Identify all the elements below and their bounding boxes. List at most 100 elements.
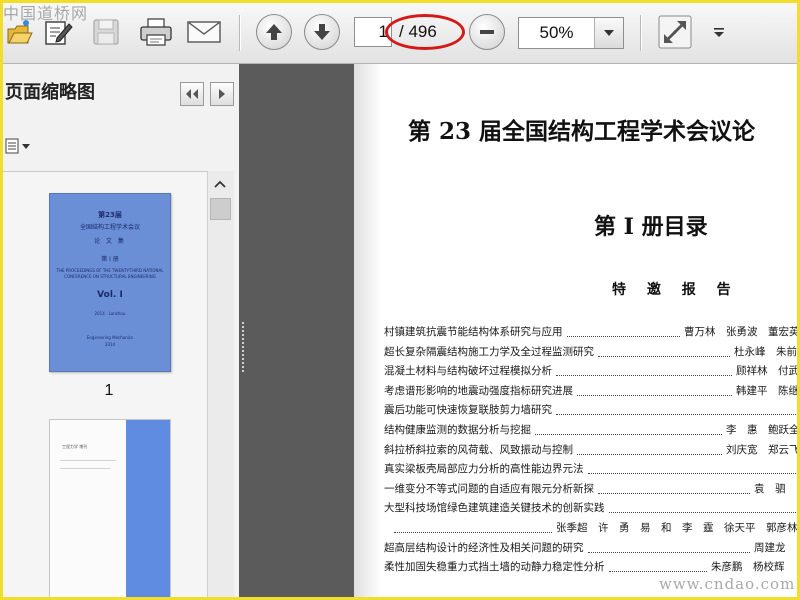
email-button[interactable] bbox=[185, 13, 223, 51]
toc-title: 超长复杂隔震结构施工力学及全过程监测研究 bbox=[384, 345, 594, 358]
thumbnail-panel: 页面缩略图 第23届 全国结构工程学术会议 论 文 集 第 I 册 THE PR… bbox=[3, 64, 240, 597]
toolbar: 中国道桥网 1 / 496 50% bbox=[3, 3, 797, 64]
splitter-grip[interactable] bbox=[242, 322, 244, 372]
toc-row[interactable]: 真实梁板壳局部应力分析的高性能边界元法 bbox=[384, 460, 797, 480]
toc-row[interactable]: 大型科技场馆绿色建筑建造关键技术的创新实践 bbox=[384, 499, 797, 519]
watermark-bottom-right: www.cndao.com bbox=[659, 575, 796, 593]
expand-panel-button[interactable] bbox=[210, 82, 234, 106]
open-button[interactable] bbox=[3, 13, 37, 51]
thumbnail-line bbox=[60, 468, 110, 469]
document-page[interactable]: 第 23 届全国结构工程学术会议论 第 I 册目录 特 邀 报 告 村镇建筑抗震… bbox=[354, 64, 797, 597]
save-button[interactable] bbox=[89, 13, 123, 51]
toc-leader bbox=[567, 336, 680, 337]
toc-authors: 杜永峰 朱前坤 bbox=[734, 345, 797, 358]
email-icon bbox=[187, 21, 221, 43]
thumbnail-options-button[interactable] bbox=[5, 134, 35, 158]
edit-icon bbox=[45, 21, 73, 45]
toolbar-separator bbox=[640, 15, 641, 51]
previous-page-icon bbox=[266, 24, 282, 40]
toc-row[interactable]: 混凝土材料与结构破坏过程模拟分析 顾祥林 付武斌 bbox=[384, 362, 797, 382]
toc-authors: 曹万林 张勇波 董宏英 bbox=[684, 326, 797, 338]
double-chevron-left-icon bbox=[186, 89, 198, 99]
save-icon bbox=[93, 19, 119, 45]
toc-leader bbox=[394, 531, 552, 533]
panel-splitter[interactable] bbox=[239, 64, 354, 597]
toc-leader bbox=[598, 492, 750, 494]
zoom-out-button[interactable] bbox=[468, 13, 506, 51]
panel-title: 页面缩略图 bbox=[5, 82, 95, 103]
toc-title: 真实梁板壳局部应力分析的高性能边界元法 bbox=[384, 463, 584, 476]
toc-title: 超高层结构设计的经济性及相关问题的研究 bbox=[384, 541, 584, 554]
toc-title: 大型科技场馆绿色建筑建造关键技术的创新实践 bbox=[384, 502, 605, 515]
scroll-thumb[interactable] bbox=[210, 198, 231, 220]
toc-row[interactable]: 考虑谱形影响的地震动强度指标研究进展 韩建平 陈继强 bbox=[384, 382, 797, 402]
document-heading: 第 23 届全国结构工程学术会议论 bbox=[408, 118, 756, 145]
thumbnail-text: CONFERENCE ON STRUCTURAL ENGINEERING bbox=[64, 274, 156, 279]
collapse-panel-button[interactable] bbox=[180, 82, 204, 106]
edit-button[interactable] bbox=[41, 13, 75, 51]
toc-row[interactable]: 结构健康监测的数据分析与挖掘 李 惠 鲍跃全 bbox=[384, 421, 797, 441]
thumbnail-text: 工程力学 增刊 bbox=[62, 444, 88, 449]
thumbnail-options-icon bbox=[5, 138, 30, 154]
toc-leader bbox=[598, 355, 730, 357]
thumbnail-text: 论 文 集 bbox=[94, 238, 126, 245]
toc-row[interactable]: 村镇建筑抗震节能结构体系研究与应用 曹万林 张勇波 董宏英 bbox=[384, 323, 797, 343]
thumbnail-text: THE PROCEEDINGS OF THE TWENTY-THIRD NATI… bbox=[56, 268, 164, 273]
next-page-button[interactable] bbox=[303, 13, 341, 51]
thumbnail-text: 第 I 册 bbox=[101, 256, 119, 263]
toc-leader bbox=[588, 473, 797, 475]
toc-title: 斜拉桥斜拉索的风荷载、风致振动与控制 bbox=[384, 443, 573, 456]
toc-row[interactable]: 震后功能可快速恢复联肢剪力墙研究 bbox=[384, 401, 797, 421]
fit-page-icon bbox=[658, 15, 692, 49]
thumbnail-text: 2014 · Lanzhou bbox=[94, 311, 126, 316]
thumbnail-text: Vol. I bbox=[97, 290, 123, 300]
thumbnail-text: 2014 bbox=[104, 342, 116, 347]
open-icon bbox=[7, 20, 33, 44]
toc-authors: 刘庆宽 郑云飞 bbox=[726, 443, 797, 456]
toc-authors: 韩建平 陈继强 bbox=[736, 384, 797, 397]
next-page-icon bbox=[314, 24, 330, 40]
zoom-select[interactable]: 50% bbox=[518, 17, 624, 49]
toc-leader bbox=[609, 512, 797, 514]
toc-row[interactable]: 张季超 许 勇 易 和 李 霆 徐天平 郭彦林 bbox=[384, 519, 797, 539]
zoom-dropdown-icon bbox=[604, 30, 614, 36]
toolbar-separator bbox=[239, 15, 240, 51]
print-icon bbox=[140, 18, 172, 46]
toc-leader bbox=[556, 375, 732, 377]
toc-authors: 顾祥林 付武斌 bbox=[736, 365, 797, 378]
print-button[interactable] bbox=[137, 13, 175, 51]
toc-row[interactable]: 超高层结构设计的经济性及相关问题的研究 周建龙 bbox=[384, 539, 797, 559]
toc-leader bbox=[609, 571, 707, 573]
toc-leader bbox=[577, 453, 722, 455]
zoom-dropdown-button[interactable] bbox=[594, 18, 623, 48]
thumbnail-color-band bbox=[126, 420, 170, 597]
zoom-out-icon bbox=[480, 30, 494, 34]
app-window: 中国道桥网 1 / 496 50% 页面缩略图 第23届 全国结构工程学术会议 … bbox=[0, 0, 800, 600]
toc-title: 柔性加固失稳重力式挡土墙的动静力稳定性分析 bbox=[384, 561, 605, 574]
toc-row[interactable]: 超长复杂隔震结构施工力学及全过程监测研究 杜永峰 朱前坤 bbox=[384, 343, 797, 363]
volume-title: 第 I 册目录 bbox=[594, 214, 708, 240]
more-tools-icon bbox=[714, 28, 724, 37]
toc-leader bbox=[535, 433, 722, 435]
toc-row[interactable]: 斜拉桥斜拉索的风荷载、风致振动与控制 刘庆宽 郑云飞 bbox=[384, 441, 797, 461]
page-thumbnail-2[interactable]: 工程力学 增刊 bbox=[49, 419, 171, 597]
toc-title: 考虑谱形影响的地震动强度指标研究进展 bbox=[384, 384, 573, 397]
chevron-right-icon bbox=[219, 89, 225, 99]
toc-title: 一维变分不等式问题的自适应有限元分析新探 bbox=[384, 482, 594, 495]
page-shadow bbox=[354, 64, 382, 597]
page-thumbnail-1[interactable]: 第23届 全国结构工程学术会议 论 文 集 第 I 册 THE PROCEEDI… bbox=[49, 193, 171, 372]
thumbnail-scrollbar[interactable] bbox=[207, 171, 234, 597]
zoom-value[interactable]: 50% bbox=[519, 18, 594, 48]
toc-leader bbox=[588, 551, 750, 553]
thumbnail-text: Engineering Mechanics bbox=[86, 335, 134, 340]
scroll-up-button[interactable] bbox=[210, 175, 230, 193]
previous-page-button[interactable] bbox=[255, 13, 293, 51]
thumbnail-line bbox=[60, 460, 116, 461]
fit-page-button[interactable] bbox=[656, 13, 694, 51]
thumbnail-text: 全国结构工程学术会议 bbox=[79, 224, 140, 231]
toc-authors: 周建龙 bbox=[754, 541, 786, 554]
toc-row[interactable]: 一维变分不等式问题的自适应有限元分析新探 袁 驷 bbox=[384, 480, 797, 500]
toc-authors: 李 惠 鲍跃全 bbox=[726, 423, 797, 436]
more-tools-button[interactable] bbox=[709, 13, 729, 51]
thumbnail-page-number: 1 bbox=[104, 382, 114, 399]
